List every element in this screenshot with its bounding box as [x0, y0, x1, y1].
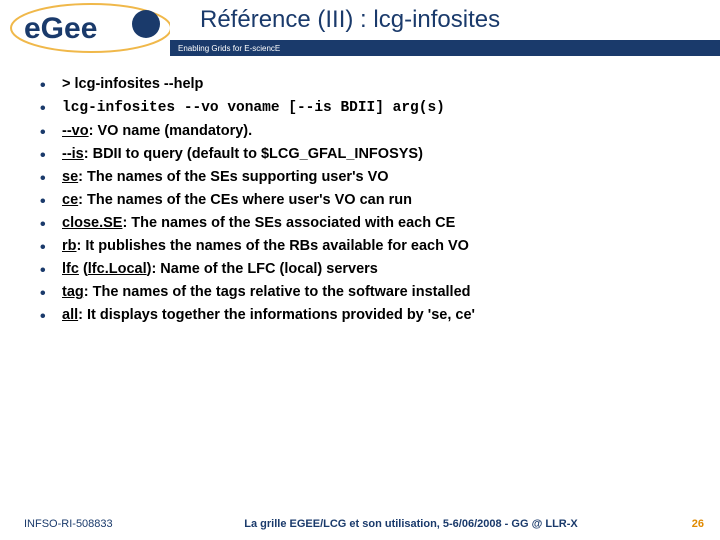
footer-page-number: 26	[668, 518, 704, 530]
footer-center: La grille EGEE/LCG et son utilisation, 5…	[154, 518, 668, 530]
slide-footer: INFSO-RI-508833 La grille EGEE/LCG et so…	[0, 518, 720, 530]
title-bar: Référence (III) : lcg-infosites	[170, 0, 720, 40]
list-item: se: The names of the SEs supporting user…	[40, 167, 680, 188]
svg-text:eGee: eGee	[24, 12, 97, 45]
list-item: lcg-infosites --vo voname [--is BDII] ar…	[40, 97, 680, 119]
bullet-list: > lcg-infosites --help lcg-infosites --v…	[40, 74, 680, 326]
list-item: rb: It publishes the names of the RBs av…	[40, 236, 680, 257]
list-item: lfc (lfc.Local): Name of the LFC (local)…	[40, 259, 680, 280]
slide-title: Référence (III) : lcg-infosites	[200, 6, 500, 34]
list-item: --is: BDII to query (default to $LCG_GFA…	[40, 144, 680, 165]
list-item: all: It displays together the informatio…	[40, 305, 680, 326]
subtitle-bar: Enabling Grids for E-sciencE	[170, 40, 720, 56]
subtitle-text: Enabling Grids for E-sciencE	[178, 44, 280, 53]
list-item: tag: The names of the tags relative to t…	[40, 282, 680, 303]
list-item: ce: The names of the CEs where user's VO…	[40, 190, 680, 211]
egee-logo: eGee	[6, 2, 176, 54]
list-item: > lcg-infosites --help	[40, 74, 680, 95]
slide-header: eGee Référence (III) : lcg-infosites Ena…	[0, 0, 720, 56]
list-item: --vo: VO name (mandatory).	[40, 121, 680, 142]
slide-content: > lcg-infosites --help lcg-infosites --v…	[0, 56, 720, 326]
footer-left: INFSO-RI-508833	[24, 518, 154, 530]
list-item: close.SE: The names of the SEs associate…	[40, 213, 680, 234]
